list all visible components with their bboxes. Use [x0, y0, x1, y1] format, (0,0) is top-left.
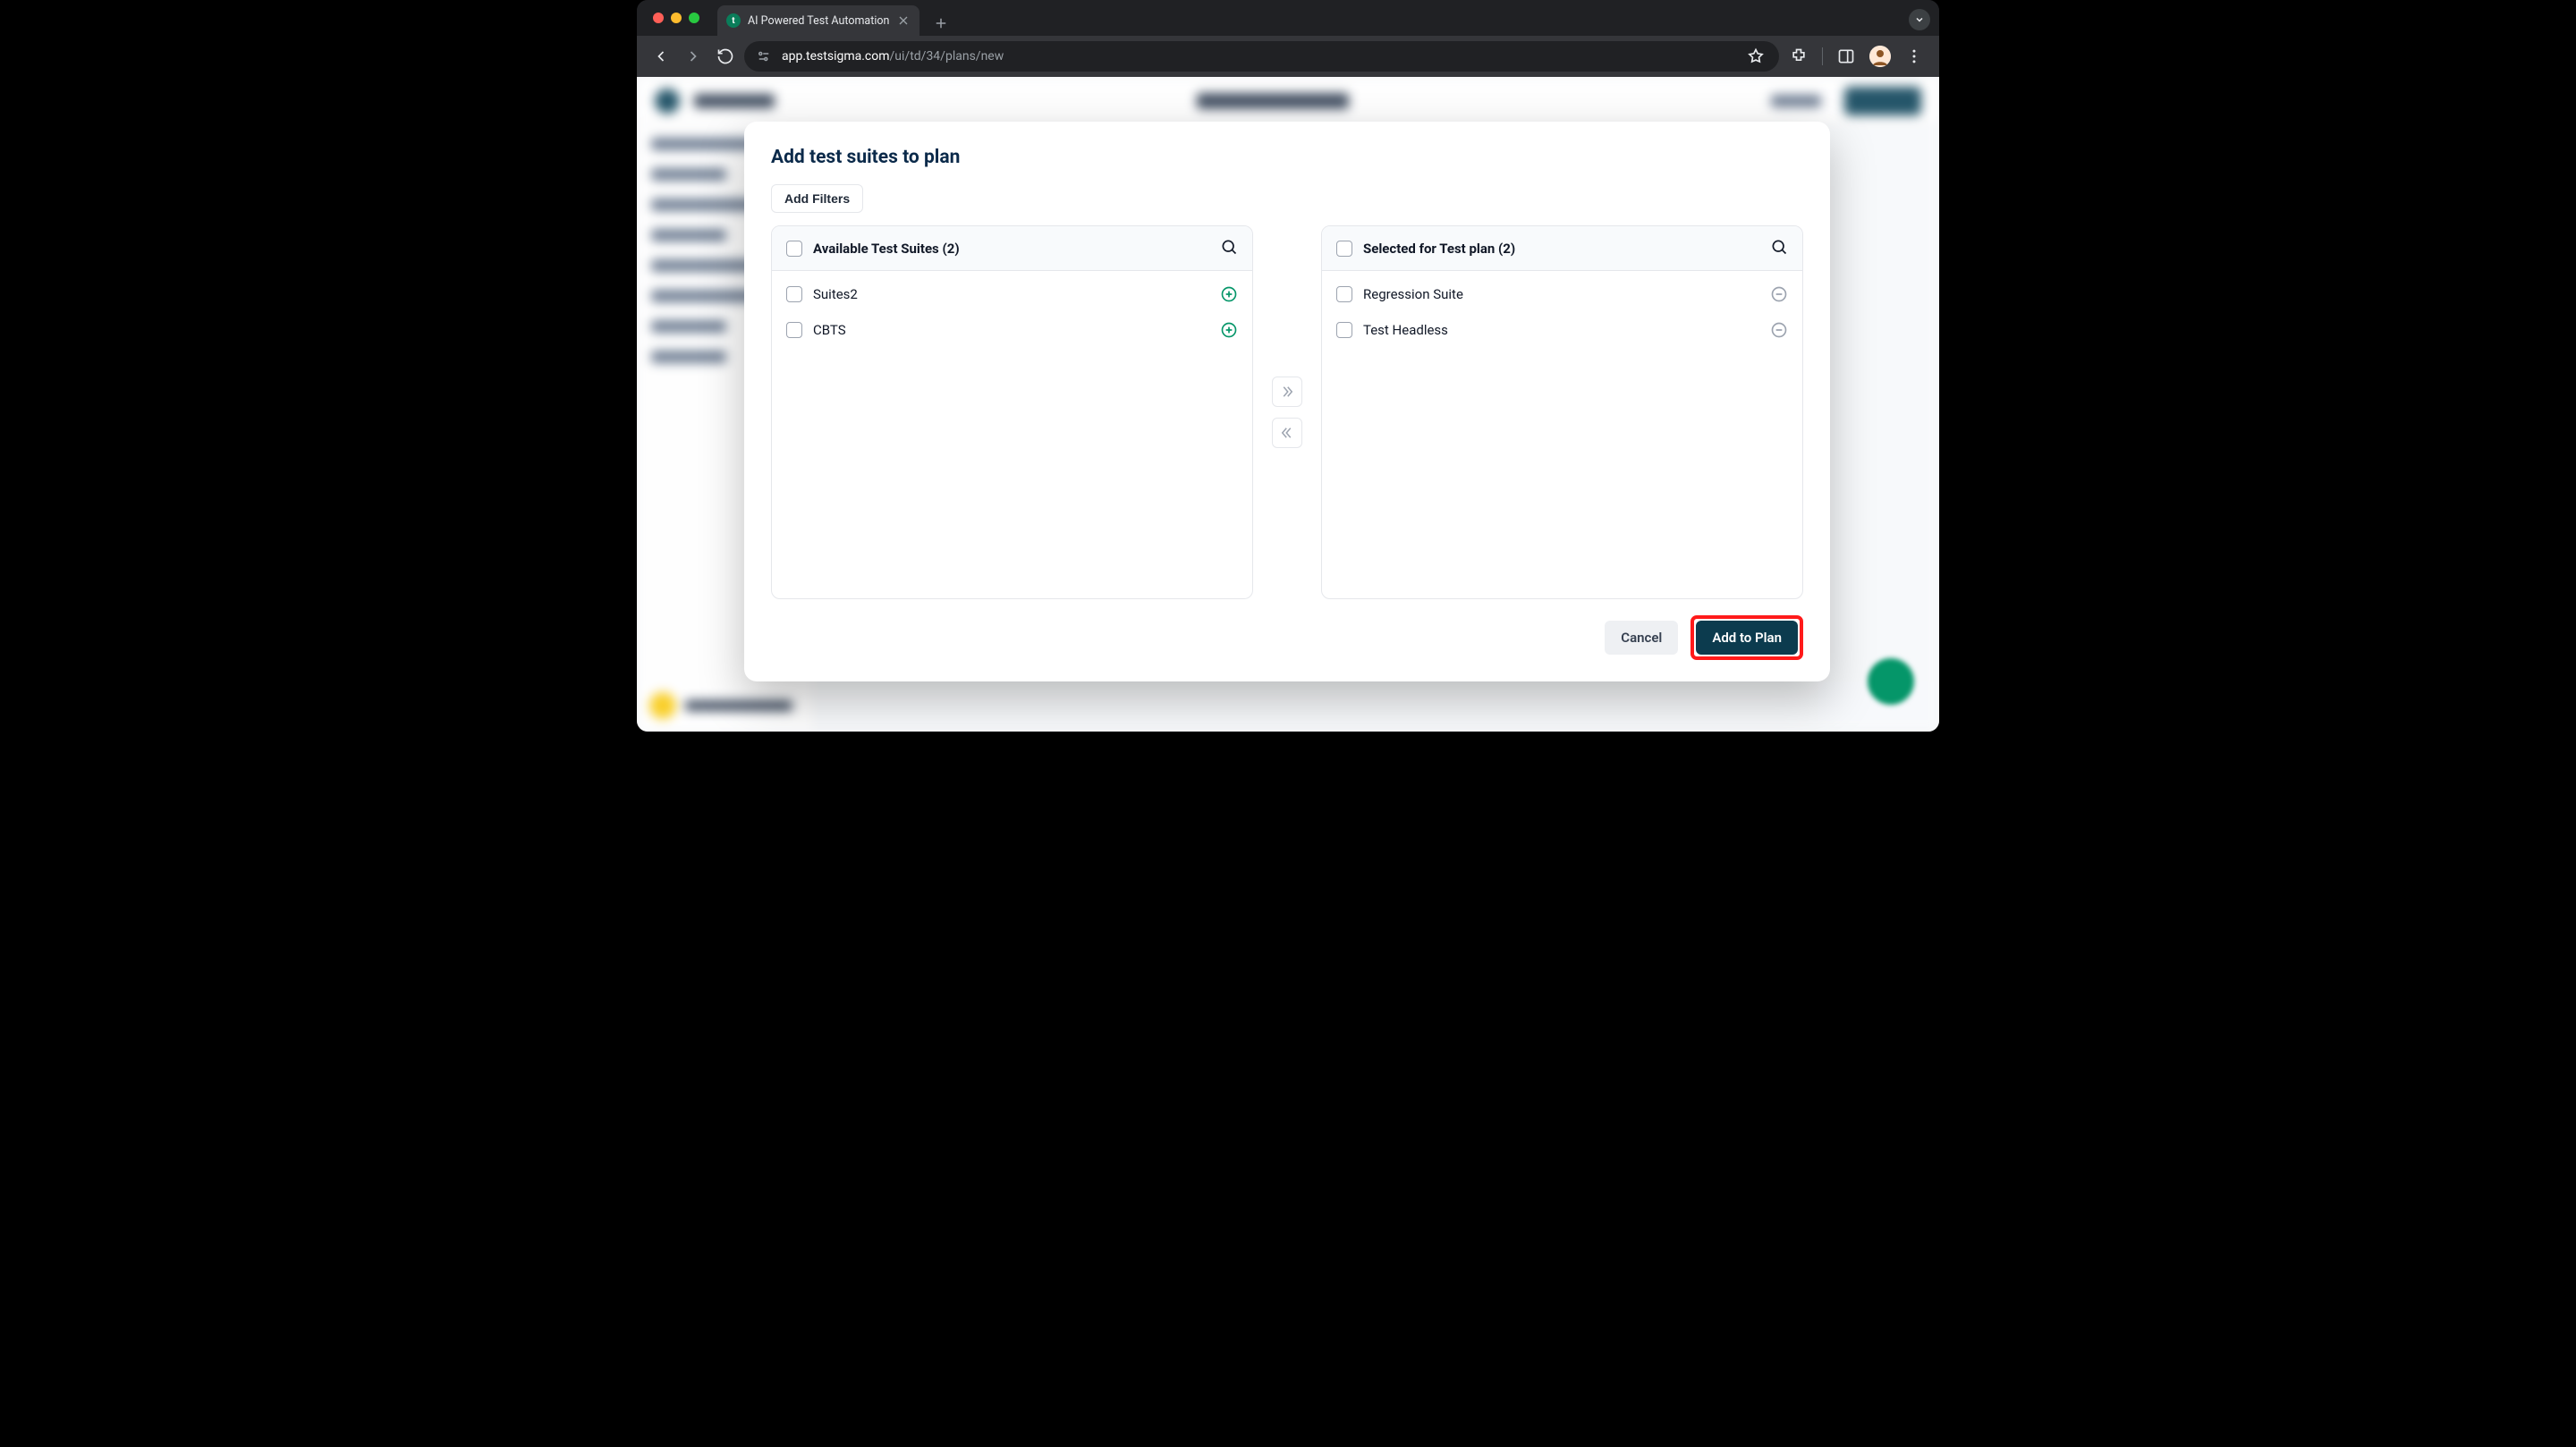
row-checkbox[interactable]: [1336, 322, 1352, 338]
remove-suite-button[interactable]: [1770, 321, 1788, 339]
titlebar: t AI Powered Test Automation: [637, 0, 1939, 36]
address-bar[interactable]: app.testsigma.com/ui/td/34/plans/new: [744, 41, 1779, 72]
available-select-all-checkbox[interactable]: [786, 241, 802, 257]
kebab-menu-button[interactable]: [1900, 42, 1928, 71]
row-checkbox[interactable]: [786, 286, 802, 302]
new-tab-button[interactable]: [928, 11, 953, 36]
list-item: Test Headless: [1322, 312, 1802, 348]
row-checkbox[interactable]: [1336, 286, 1352, 302]
list-item: Suites2: [772, 276, 1252, 312]
bookmark-button[interactable]: [1743, 44, 1768, 69]
available-pane: Available Test Suites (2) Suites2: [771, 225, 1253, 599]
window-minimize-button[interactable]: [671, 13, 682, 23]
window-maximize-button[interactable]: [689, 13, 699, 23]
tab-strip: t AI Powered Test Automation: [717, 0, 953, 36]
modal-footer: Cancel Add to Plan: [771, 615, 1803, 660]
tab-close-button[interactable]: [896, 13, 911, 28]
browser-window: t AI Powered Test Automation: [637, 0, 1939, 732]
row-checkbox[interactable]: [786, 322, 802, 338]
remove-suite-button[interactable]: [1770, 285, 1788, 303]
page-viewport: Add test suites to plan Add Filters Avai…: [637, 77, 1939, 732]
add-suite-button[interactable]: [1220, 321, 1238, 339]
suite-name: Suites2: [813, 286, 1209, 302]
selected-pane-header: Selected for Test plan (2): [1322, 226, 1802, 271]
url-text: app.testsigma.com/ui/td/34/plans/new: [782, 49, 1734, 63]
list-item: Regression Suite: [1322, 276, 1802, 312]
add-suite-button[interactable]: [1220, 285, 1238, 303]
move-all-right-button[interactable]: [1272, 377, 1302, 407]
url-domain: app.testsigma.com: [782, 49, 890, 63]
add-test-suites-modal: Add test suites to plan Add Filters Avai…: [744, 122, 1830, 681]
highlight-annotation: Add to Plan: [1690, 615, 1803, 660]
list-item: CBTS: [772, 312, 1252, 348]
suite-name: Regression Suite: [1363, 286, 1759, 302]
extensions-button[interactable]: [1784, 42, 1813, 71]
cancel-button[interactable]: Cancel: [1605, 621, 1678, 655]
add-filters-button[interactable]: Add Filters: [771, 184, 863, 213]
selected-pane: Selected for Test plan (2) Regression Su…: [1321, 225, 1803, 599]
available-search-button[interactable]: [1220, 238, 1238, 259]
forward-button[interactable]: [680, 43, 707, 70]
window-controls: [637, 13, 699, 23]
url-path: /ui/td/34/plans/new: [890, 49, 1004, 63]
back-button[interactable]: [648, 43, 674, 70]
profile-avatar[interactable]: [1866, 42, 1894, 71]
tabs-overflow-button[interactable]: [1909, 9, 1930, 30]
transfer-panes: Available Test Suites (2) Suites2: [771, 225, 1803, 599]
reload-button[interactable]: [712, 43, 739, 70]
modal-title: Add test suites to plan: [771, 147, 1803, 168]
toolbar-divider: [1822, 47, 1823, 65]
available-pane-header: Available Test Suites (2): [772, 226, 1252, 271]
suite-name: CBTS: [813, 322, 1209, 338]
site-settings-icon[interactable]: [755, 47, 773, 65]
selected-search-button[interactable]: [1770, 238, 1788, 259]
selected-list: Regression Suite Test Headless: [1322, 271, 1802, 598]
chat-fab[interactable]: [1868, 658, 1914, 705]
move-all-left-button[interactable]: [1272, 418, 1302, 448]
suite-name: Test Headless: [1363, 322, 1759, 338]
transfer-controls: [1269, 225, 1305, 599]
tab-favicon-icon: t: [726, 13, 741, 28]
browser-tab[interactable]: t AI Powered Test Automation: [717, 5, 919, 36]
window-close-button[interactable]: [653, 13, 664, 23]
tab-title: AI Powered Test Automation: [748, 14, 889, 28]
side-panel-button[interactable]: [1832, 42, 1860, 71]
selected-header-label: Selected for Test plan (2): [1363, 241, 1515, 257]
add-to-plan-button[interactable]: Add to Plan: [1696, 621, 1798, 655]
available-list: Suites2 CBTS: [772, 271, 1252, 598]
selected-select-all-checkbox[interactable]: [1336, 241, 1352, 257]
toolbar: app.testsigma.com/ui/td/34/plans/new: [637, 36, 1939, 77]
available-header-label: Available Test Suites (2): [813, 241, 960, 257]
